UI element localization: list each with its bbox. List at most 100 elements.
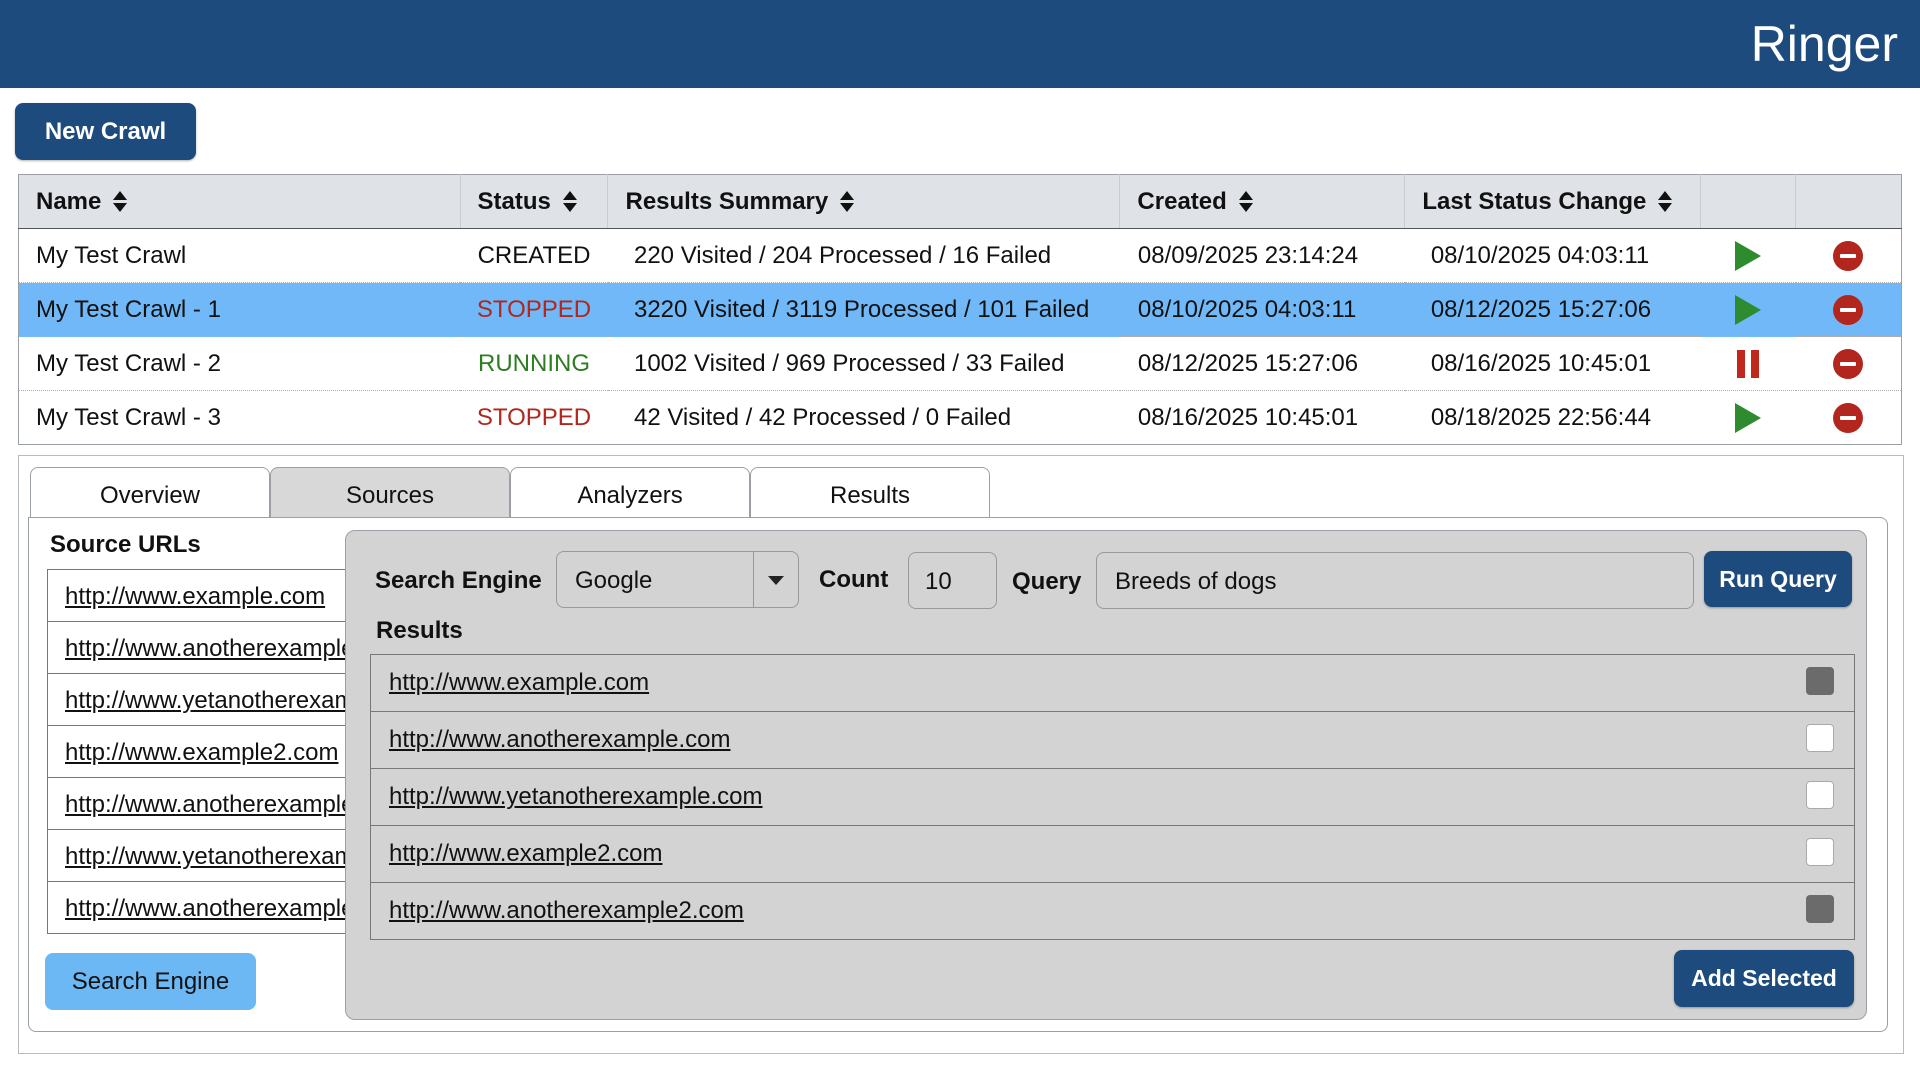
run-cell — [1700, 336, 1796, 391]
table-row[interactable]: My Test Crawl - 2 RUNNING 1002 Visited /… — [18, 336, 1902, 391]
column-header-created[interactable]: Created — [1119, 174, 1406, 229]
delete-cell — [1795, 390, 1902, 445]
search-engine-value: Google — [575, 567, 653, 594]
list-item[interactable]: http://www.yetanotherexample2.com — [48, 830, 348, 882]
source-url-link[interactable]: http://www.yetanotherexample2.com — [65, 843, 348, 870]
delete-cell — [1795, 336, 1902, 391]
result-url-link[interactable]: http://www.example2.com — [389, 840, 662, 867]
crawl-last-change: 08/10/2025 04:03:11 — [1404, 228, 1701, 283]
list-item[interactable]: http://www.yetanotherexample.com — [371, 769, 1854, 826]
play-icon[interactable] — [1735, 294, 1762, 325]
remove-circle-icon[interactable] — [1833, 240, 1864, 271]
count-input[interactable]: 10 — [908, 552, 997, 609]
results-label: Results — [376, 617, 463, 644]
list-item[interactable]: http://www.yetanotherexample.com — [48, 674, 348, 726]
crawl-created: 08/09/2025 23:14:24 — [1119, 228, 1405, 283]
crawl-name: My Test Crawl - 2 — [18, 336, 461, 391]
source-url-link[interactable]: http://www.anotherexample2.com — [65, 791, 348, 818]
remove-circle-icon[interactable] — [1833, 348, 1864, 379]
column-header-summary[interactable]: Results Summary — [607, 174, 1121, 229]
run-cell — [1700, 390, 1796, 445]
crawl-last-change: 08/12/2025 15:27:06 — [1404, 282, 1701, 337]
result-checkbox[interactable] — [1806, 724, 1834, 752]
result-checkbox[interactable] — [1806, 895, 1834, 923]
play-icon[interactable] — [1735, 402, 1762, 433]
list-item[interactable]: http://www.example2.com — [371, 826, 1854, 883]
source-url-link[interactable]: http://www.yetanotherexample.com — [65, 687, 348, 714]
source-url-link[interactable]: http://www.anotherexample3.com — [65, 895, 348, 922]
list-item[interactable]: http://www.anotherexample.com — [48, 622, 348, 674]
app-title: Ringer — [1750, 16, 1898, 72]
add-selected-button[interactable]: Add Selected — [1674, 950, 1854, 1007]
chevron-down-icon[interactable] — [753, 552, 798, 607]
play-icon[interactable] — [1735, 240, 1762, 271]
remove-circle-icon[interactable] — [1833, 402, 1864, 433]
list-item[interactable]: http://www.anotherexample3.com — [48, 882, 348, 933]
column-header-last-status-change[interactable]: Last Status Change — [1404, 174, 1702, 229]
crawl-name: My Test Crawl - 3 — [18, 390, 461, 445]
run-cell — [1700, 228, 1796, 283]
delete-cell — [1795, 228, 1902, 283]
result-url-link[interactable]: http://www.anotherexample2.com — [389, 897, 744, 924]
sort-icon[interactable] — [1658, 191, 1673, 213]
result-checkbox[interactable] — [1806, 667, 1834, 695]
list-item[interactable]: http://www.anotherexample2.com — [48, 778, 348, 830]
pause-icon[interactable] — [1737, 349, 1760, 378]
source-url-link[interactable]: http://www.example.com — [65, 583, 325, 610]
tab-results[interactable]: Results — [750, 467, 990, 518]
delete-cell — [1795, 282, 1902, 337]
crawl-status: RUNNING — [460, 336, 608, 391]
column-header-run — [1700, 174, 1797, 229]
tab-sources[interactable]: Sources — [270, 467, 510, 518]
top-bar: Ringer — [0, 0, 1920, 88]
result-url-link[interactable]: http://www.yetanotherexample.com — [389, 783, 763, 810]
table-row[interactable]: My Test Crawl - 1 STOPPED 3220 Visited /… — [18, 282, 1902, 337]
list-item[interactable]: http://www.anotherexample.com — [371, 712, 1854, 769]
search-engine-label: Search Engine — [375, 567, 542, 594]
run-cell — [1700, 282, 1796, 337]
crawl-summary: 42 Visited / 42 Processed / 0 Failed — [607, 390, 1120, 445]
result-checkbox[interactable] — [1806, 781, 1834, 809]
crawl-summary: 1002 Visited / 969 Processed / 33 Failed — [607, 336, 1120, 391]
table-row[interactable]: My Test Crawl - 3 STOPPED 42 Visited / 4… — [18, 390, 1902, 445]
crawl-created: 08/10/2025 04:03:11 — [1119, 282, 1405, 337]
count-label: Count — [819, 566, 889, 593]
column-header-status[interactable]: Status — [460, 174, 609, 229]
search-engine-button[interactable]: Search Engine — [45, 953, 256, 1010]
result-url-link[interactable]: http://www.anotherexample.com — [389, 726, 731, 753]
result-checkbox[interactable] — [1806, 838, 1834, 866]
crawl-table: Name Status Results Summary Created Last… — [18, 174, 1902, 445]
sort-icon[interactable] — [1238, 191, 1253, 213]
list-item[interactable]: http://www.example.com — [371, 655, 1854, 712]
tab-analyzers[interactable]: Analyzers — [510, 467, 750, 518]
source-url-link[interactable]: http://www.example2.com — [65, 739, 338, 766]
list-item[interactable]: http://www.example.com — [48, 570, 348, 622]
crawl-last-change: 08/18/2025 22:56:44 — [1404, 390, 1701, 445]
sort-icon[interactable] — [562, 191, 577, 213]
run-query-button[interactable]: Run Query — [1704, 551, 1852, 607]
crawl-last-change: 08/16/2025 10:45:01 — [1404, 336, 1701, 391]
sort-icon[interactable] — [840, 191, 855, 213]
new-crawl-button[interactable]: New Crawl — [15, 103, 196, 160]
crawl-name: My Test Crawl — [18, 228, 461, 283]
source-url-link[interactable]: http://www.anotherexample.com — [65, 635, 348, 662]
crawl-summary: 3220 Visited / 3119 Processed / 101 Fail… — [607, 282, 1120, 337]
crawl-created: 08/12/2025 15:27:06 — [1119, 336, 1405, 391]
sort-icon[interactable] — [113, 191, 128, 213]
query-label: Query — [1012, 568, 1082, 595]
list-item[interactable]: http://www.example2.com — [48, 726, 348, 778]
column-header-name[interactable]: Name — [18, 174, 461, 229]
crawl-status: STOPPED — [460, 282, 608, 337]
tab-overview[interactable]: Overview — [30, 467, 270, 518]
table-header-row: Name Status Results Summary Created Last… — [18, 174, 1902, 229]
result-url-link[interactable]: http://www.example.com — [389, 669, 649, 696]
source-urls-title: Source URLs — [50, 531, 201, 558]
search-engine-select[interactable]: Google — [556, 551, 799, 608]
crawl-status: STOPPED — [460, 390, 608, 445]
remove-circle-icon[interactable] — [1833, 294, 1864, 325]
list-item[interactable]: http://www.anotherexample2.com — [371, 883, 1854, 939]
source-url-list: http://www.example.com http://www.anothe… — [47, 569, 348, 934]
table-row[interactable]: My Test Crawl CREATED 220 Visited / 204 … — [18, 228, 1902, 283]
query-input[interactable]: Breeds of dogs — [1096, 552, 1694, 609]
search-results-list: http://www.example.com http://www.anothe… — [370, 654, 1855, 940]
